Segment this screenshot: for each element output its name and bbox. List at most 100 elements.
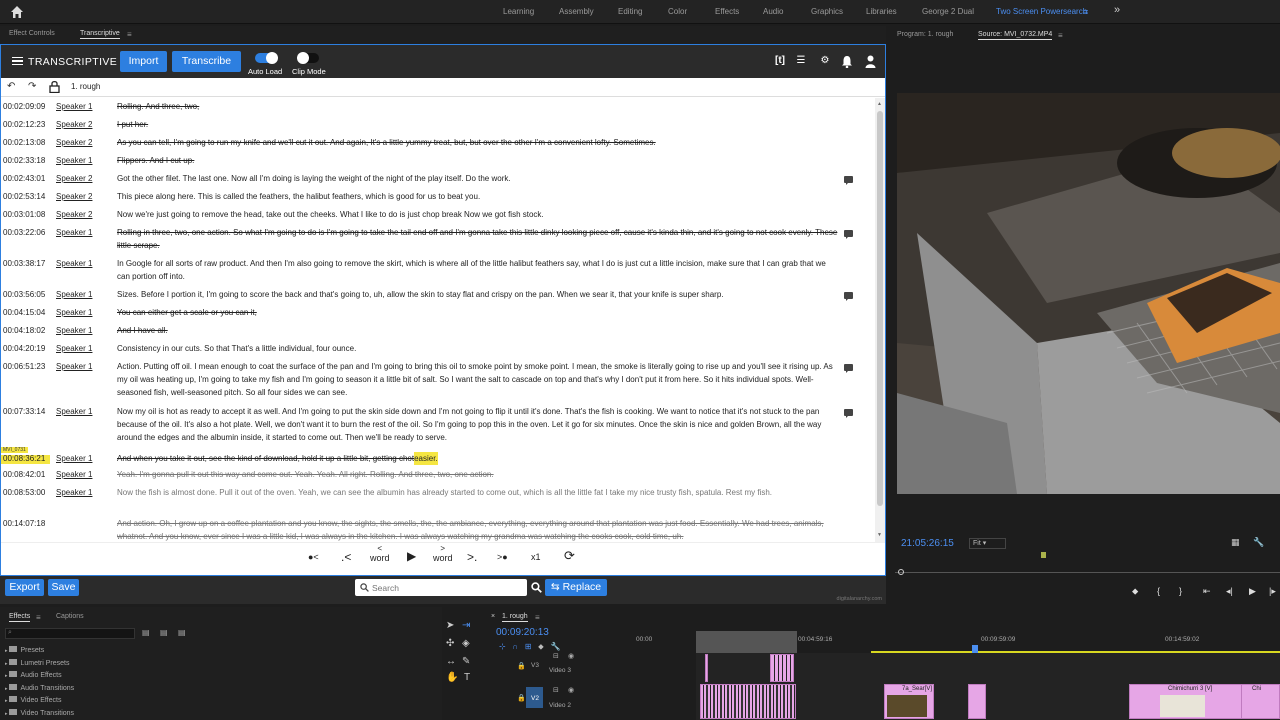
- row-timecode[interactable]: 00:03:22:06: [3, 228, 45, 237]
- bin-icon[interactable]: ▤: [178, 628, 186, 637]
- auto-load-toggle[interactable]: [255, 52, 278, 64]
- workspace-tab[interactable]: George 2 Dual: [922, 0, 974, 24]
- fit-dropdown[interactable]: Fit ▾: [969, 538, 1006, 549]
- workspace-tab[interactable]: Graphics: [811, 0, 843, 24]
- track-id-v3[interactable]: V3: [531, 662, 539, 669]
- speaker-label[interactable]: Speaker 1: [56, 488, 92, 497]
- speaker-label[interactable]: Speaker 1: [56, 470, 92, 479]
- in-point-icon[interactable]: {: [1157, 586, 1160, 596]
- speaker-label[interactable]: Speaker 1: [56, 407, 92, 416]
- transcript-text[interactable]: Rolling in three, two, one action. So wh…: [117, 226, 839, 252]
- row-timecode[interactable]: 00:02:43:01: [3, 174, 45, 183]
- transcript-scrollbar[interactable]: ▲ ▼: [875, 98, 885, 542]
- transcript-text[interactable]: Now the fish is almost done. Pull it out…: [117, 486, 839, 499]
- transcript-text[interactable]: And action. Oh, I grow up on a coffee pl…: [117, 517, 839, 542]
- clip[interactable]: Chimichurri 3 [V]: [1129, 684, 1259, 719]
- comment-icon[interactable]: [844, 409, 853, 418]
- speaker-label[interactable]: Speaker 1: [56, 156, 92, 165]
- gear-icon[interactable]: ⚙: [818, 55, 832, 68]
- transcript-text[interactable]: Got the other filet. The last one. Now a…: [117, 172, 839, 185]
- effects-folder[interactable]: ▸ Audio Transitions: [5, 683, 74, 692]
- scroll-thumb[interactable]: [877, 111, 883, 506]
- transcribe-button[interactable]: Transcribe: [172, 51, 241, 72]
- transcript-row[interactable]: 00:02:12:23 Speaker 2 I put her.: [1, 118, 875, 135]
- replace-button[interactable]: ⇆ Replace: [545, 579, 607, 596]
- tab-captions[interactable]: Captions: [56, 613, 84, 620]
- hand-tool-icon[interactable]: ✋: [446, 672, 458, 683]
- transcript-row[interactable]: 00:06:51:23 Speaker 1 Action. Putting off …: [1, 360, 875, 403]
- transcript-text[interactable]: And I have all.: [117, 324, 839, 337]
- speaker-label[interactable]: Speaker 1: [56, 102, 92, 111]
- play-icon[interactable]: ▶: [1249, 586, 1256, 597]
- effects-folder[interactable]: ▸ Audio Effects: [5, 671, 62, 679]
- transcript-row[interactable]: 00:02:09:09 Speaker 1 Rolling. And three, …: [1, 100, 875, 117]
- clip[interactable]: [700, 684, 796, 719]
- import-button[interactable]: Import: [120, 51, 167, 72]
- clip[interactable]: [770, 654, 794, 682]
- list-icon[interactable]: ☰: [794, 55, 808, 68]
- sync-lock-icon[interactable]: ⊟: [553, 652, 559, 660]
- bin-icon[interactable]: ▤: [142, 628, 150, 637]
- row-timecode[interactable]: 00:03:38:17: [3, 259, 45, 268]
- ripple-edit-tool-icon[interactable]: ✣: [446, 638, 454, 649]
- transcript-row[interactable]: 00:14:07:18 And action. Oh, I grow up on …: [1, 517, 875, 542]
- redo-icon[interactable]: ↷: [28, 81, 36, 92]
- workspace-tab[interactable]: Editing: [618, 0, 642, 24]
- row-timecode[interactable]: 00:14:07:18: [3, 519, 45, 528]
- speaker-label[interactable]: Speaker 1: [56, 326, 92, 335]
- lock-icon[interactable]: 🔒: [517, 694, 526, 702]
- tab-source[interactable]: Source: MVI_0732.MP4: [978, 31, 1053, 40]
- go-to-in-icon[interactable]: ⇤: [1203, 586, 1211, 597]
- marker-icon[interactable]: ⬥: [1132, 586, 1138, 597]
- transcript-row[interactable]: 00:08:42:01 Speaker 1 Yeah. I'm gonna pull…: [1, 468, 875, 485]
- export-button[interactable]: Export: [5, 579, 44, 596]
- slip-tool-icon[interactable]: ↔: [446, 656, 456, 667]
- comment-icon[interactable]: [844, 292, 853, 301]
- wrench-icon[interactable]: 🔧: [550, 642, 560, 651]
- scroll-up-icon[interactable]: ▲: [877, 101, 882, 107]
- speaker-label[interactable]: Speaker 1: [56, 259, 92, 268]
- comment-icon[interactable]: [844, 364, 853, 373]
- transcript-text[interactable]: As you can tell, I'm going to run my kni…: [117, 136, 839, 149]
- row-timecode[interactable]: 00:02:33:18: [3, 156, 45, 165]
- transcript-row[interactable]: MVI_0731 00:08:36:21 Speaker 1 And when you…: [1, 447, 875, 469]
- speaker-label[interactable]: Speaker 1: [56, 228, 92, 237]
- next-sentence-icon[interactable]: >.: [467, 550, 477, 564]
- tab-menu-icon[interactable]: ≡: [127, 30, 132, 39]
- lock-icon[interactable]: [49, 80, 60, 93]
- save-button[interactable]: Save: [48, 579, 79, 596]
- speaker-label[interactable]: Speaker 1: [56, 454, 92, 463]
- transcript-text[interactable]: Rolling. And three, two,: [117, 100, 839, 113]
- prev-sentence-icon[interactable]: .<: [341, 550, 351, 564]
- row-timecode[interactable]: 00:03:56:05: [3, 290, 45, 299]
- speaker-label[interactable]: Speaker 1: [56, 344, 92, 353]
- playhead-marker-icon[interactable]: [1041, 552, 1046, 558]
- transcript-row[interactable]: 00:02:33:18 Speaker 1 Flippers. And I cut …: [1, 154, 875, 171]
- workspace-tab[interactable]: Libraries: [866, 0, 897, 24]
- effects-folder[interactable]: ▸ Video Effects: [5, 696, 61, 704]
- pen-tool-icon[interactable]: ✎: [462, 656, 470, 667]
- workspace-tab[interactable]: Effects: [715, 0, 739, 24]
- prev-speaker-icon[interactable]: ●<: [308, 552, 319, 562]
- step-back-icon[interactable]: ◂|: [1226, 586, 1233, 597]
- effects-search-input[interactable]: ⌕: [5, 628, 135, 639]
- effects-menu-icon[interactable]: ≡: [36, 613, 41, 622]
- row-timecode[interactable]: 00:04:15:04: [3, 308, 45, 317]
- hamburger-menu-icon[interactable]: [12, 57, 23, 65]
- timeline-ruler[interactable]: 00:00 00:04:59:16 00:09:59:09 00:14:59:0…: [635, 631, 1280, 653]
- transcript-text[interactable]: In Google for all sorts of raw product. …: [117, 257, 839, 283]
- tab-effect-controls[interactable]: Effect Controls: [9, 30, 55, 37]
- lock-icon[interactable]: 🔒: [517, 662, 526, 670]
- eye-icon[interactable]: ◉: [568, 686, 574, 694]
- transcript-row[interactable]: 00:02:53:14 Speaker 2 This piece along her…: [1, 190, 875, 207]
- bin-icon[interactable]: ▤: [160, 628, 168, 637]
- transcript-row[interactable]: 00:02:43:01 Speaker 2 Got the other filet.…: [1, 172, 875, 189]
- row-timecode[interactable]: 00:03:01:08: [3, 210, 45, 219]
- transcript-text[interactable]: Action. Putting off oil. I mean enough t…: [117, 360, 839, 399]
- row-timecode[interactable]: 00:02:09:09: [3, 102, 45, 111]
- wrench-icon[interactable]: 🔧: [1253, 537, 1264, 548]
- row-timecode[interactable]: 00:02:12:23: [3, 120, 45, 129]
- comment-icon[interactable]: [844, 230, 853, 239]
- speaker-label[interactable]: Speaker 2: [56, 210, 92, 219]
- speaker-label[interactable]: Speaker 2: [56, 174, 92, 183]
